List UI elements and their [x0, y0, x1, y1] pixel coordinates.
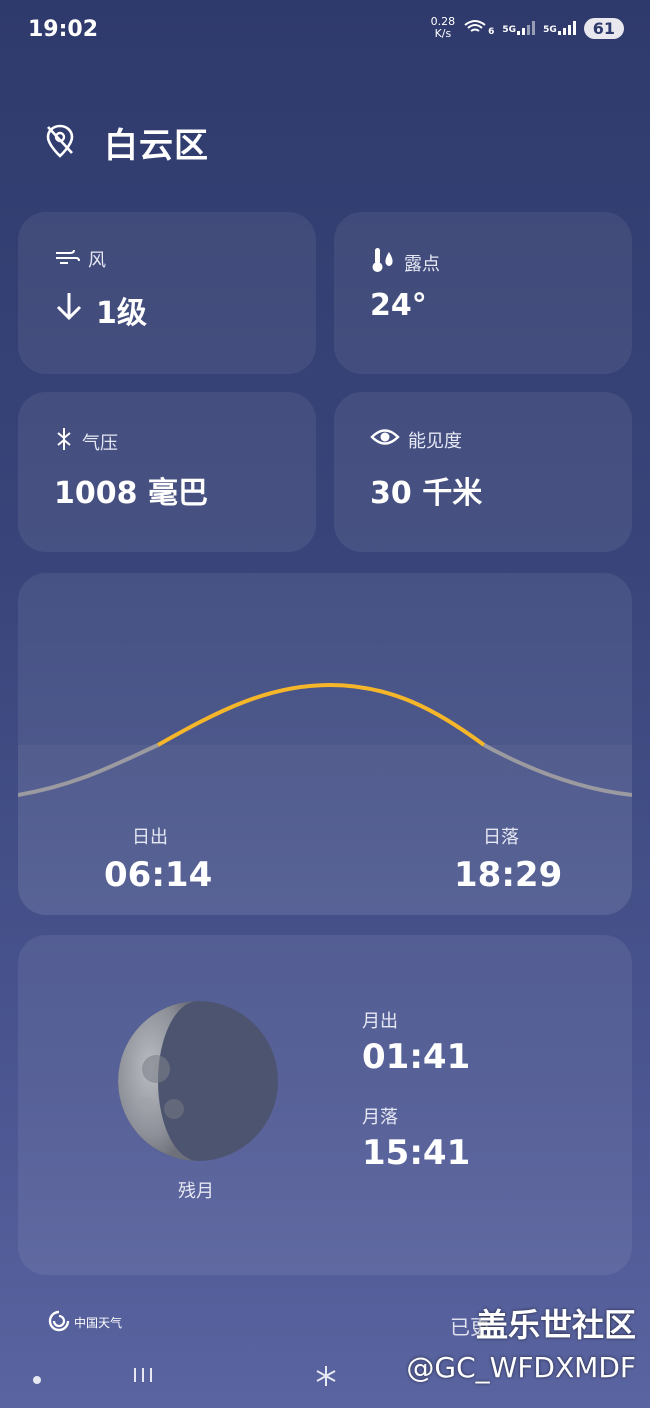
dew-point-icon — [370, 246, 396, 279]
sim2-label: 5G — [543, 25, 557, 35]
sun-path-night-left — [18, 743, 159, 797]
moonrise-label: 月出 — [362, 1011, 398, 1032]
pressure-label-row: 气压 — [54, 426, 118, 457]
home-asterisk-icon[interactable] — [314, 1364, 338, 1392]
nav-dot-icon[interactable] — [32, 1370, 42, 1389]
weather-brand-label: 中国天气 — [74, 1316, 123, 1330]
signal-sim2-icon: 5G — [543, 21, 576, 35]
status-bar: 19:02 0.28 K/s 6 5G 5G 61 — [0, 0, 650, 60]
visibility-label: 能见度 — [408, 430, 462, 452]
moonrise-time: 01:41 — [362, 1037, 471, 1077]
sun-path-night-right — [483, 743, 632, 797]
battery-indicator: 61 — [583, 17, 624, 39]
location-header: 白云区 — [44, 118, 209, 167]
weather-brand[interactable]: 中国天气 — [48, 1310, 122, 1335]
dew-point-label: 露点 — [404, 253, 440, 275]
sunset-label: 日落 — [483, 827, 519, 848]
pressure-label: 气压 — [82, 432, 118, 454]
dew-point-card[interactable]: 露点 24° — [334, 212, 632, 374]
wind-label-row: 风 — [54, 246, 106, 272]
pressure-card[interactable]: 气压 1008 毫巴 — [18, 392, 316, 552]
recent-apps-icon[interactable] — [132, 1366, 154, 1388]
wind-value: 1级 — [96, 296, 147, 331]
wind-card[interactable]: 风 1级 — [18, 212, 316, 374]
moonset-label: 月落 — [362, 1107, 398, 1128]
wifi-badge: 6 — [488, 27, 495, 37]
visibility-card[interactable]: 能见度 30 千米 — [334, 392, 632, 552]
sim1-label: 5G — [502, 25, 517, 35]
sunset-time: 18:29 — [454, 855, 563, 895]
arrow-down-icon — [54, 290, 84, 330]
dew-point-label-row: 露点 — [370, 246, 440, 279]
wind-value-row: 1级 — [54, 288, 147, 332]
pressure-icon — [54, 426, 74, 457]
location-off-icon[interactable] — [44, 123, 76, 163]
sunrise-label: 日出 — [132, 827, 168, 848]
watermark-title: 盖乐世社区 — [475, 1306, 636, 1344]
visibility-value: 30 千米 — [370, 476, 483, 511]
dew-point-value: 24° — [370, 288, 427, 323]
sun-path-day — [157, 682, 486, 747]
moon-card[interactable]: 残月 月出 01:41 月落 15:41 — [18, 935, 632, 1275]
status-icons: 0.28 K/s 6 5G 5G 61 — [431, 16, 624, 40]
signal-sim1-icon: 5G — [502, 21, 536, 35]
wind-label: 风 — [88, 250, 106, 271]
moon-image — [118, 1001, 278, 1161]
pressure-value: 1008 毫巴 — [54, 476, 208, 511]
visibility-label-row: 能见度 — [370, 426, 462, 453]
net-speed: 0.28 K/s — [431, 16, 456, 40]
status-time: 19:02 — [28, 17, 99, 42]
sun-card[interactable]: 日出 06:14 日落 18:29 — [18, 573, 632, 915]
weather-logo-icon — [48, 1310, 70, 1335]
wifi-icon: 6 — [463, 19, 494, 37]
navigation-bar — [0, 1360, 650, 1408]
moon-phase: 残月 — [178, 1181, 214, 1202]
net-speed-unit: K/s — [434, 27, 452, 40]
moonset-time: 15:41 — [362, 1133, 471, 1173]
eye-icon — [370, 426, 400, 453]
location-name: 白云区 — [104, 126, 209, 166]
sunrise-time: 06:14 — [104, 855, 213, 895]
wind-icon — [54, 247, 80, 272]
